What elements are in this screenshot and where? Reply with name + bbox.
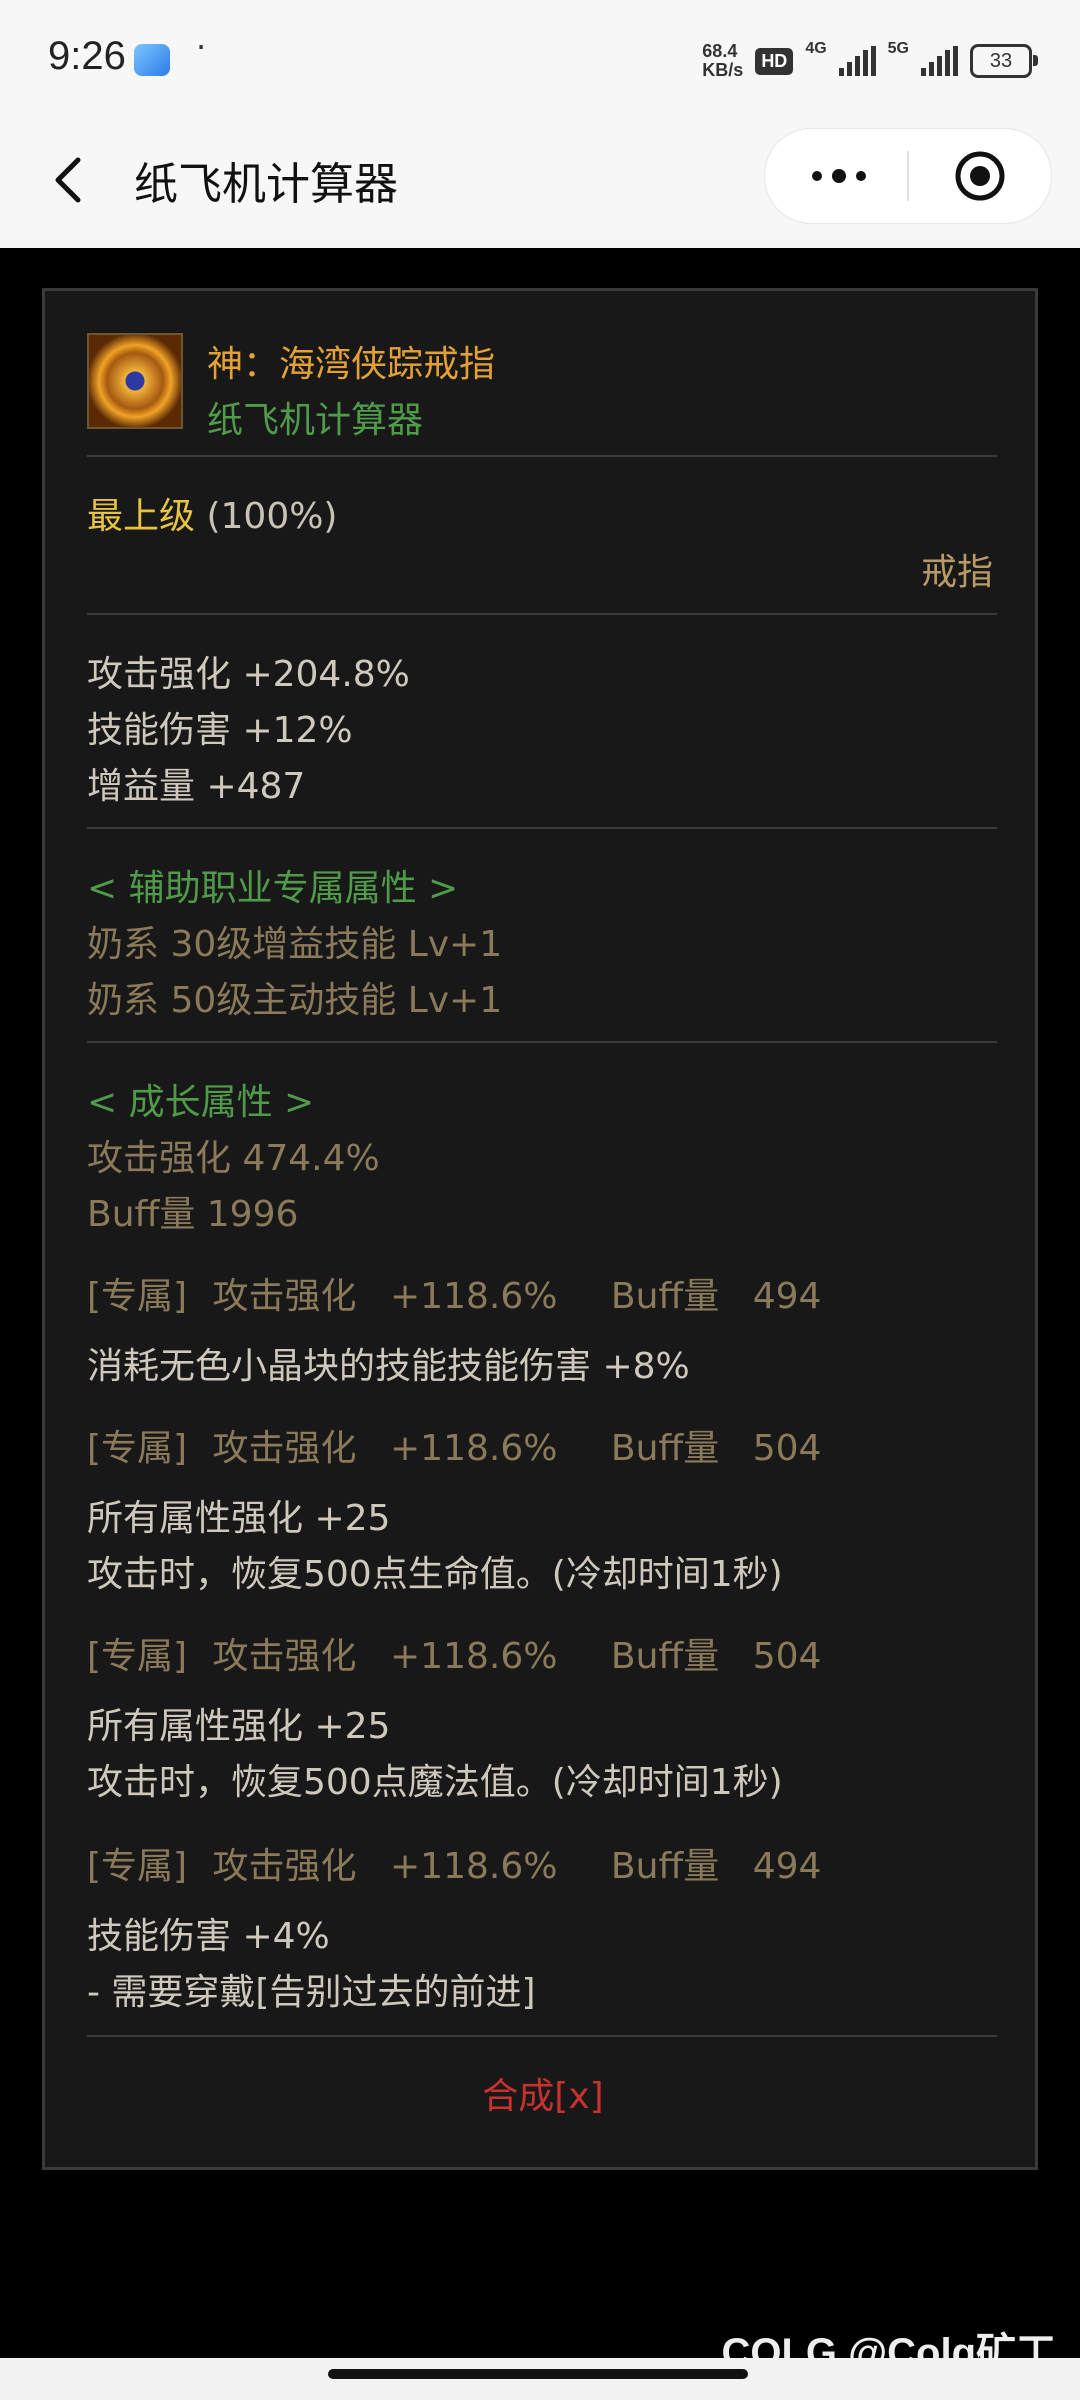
item-slot: 戒指 (920, 552, 993, 593)
network-speed-value: 68.4 (702, 41, 738, 61)
item-name: 神：海湾侠踪戒指 (207, 344, 496, 385)
exclusive-tag: [专属] (87, 1276, 188, 1317)
mini-program-capsule (764, 128, 1052, 224)
notification-dot: · (196, 28, 207, 66)
growth-stat: Buff量 1996 (87, 1194, 299, 1235)
exclusive-atk-label: 攻击强化 (212, 1636, 357, 1677)
ring-item-icon (87, 333, 183, 429)
status-bar: 9:26 · 68.4 KB/s HD 4G 5G 33 (0, 0, 1080, 120)
exclusive-buff-value: 494 (752, 1276, 822, 1317)
exclusive-effect: 消耗无色小晶块的技能技能伤害 +8% (87, 1346, 690, 1387)
nav-bar: 纸飞机计算器 (0, 120, 1080, 248)
grade-line: 最上级 (100%) (87, 487, 337, 539)
exclusive-effect: - 需要穿戴[告别过去的前进] (87, 1972, 536, 2013)
exclusive-buff-label: Buff量 (610, 1636, 720, 1677)
exclusive-atk-value: +118.6% (390, 1846, 558, 1887)
exclusive-atk-value: +118.6% (390, 1428, 558, 1469)
exclusive-atk-label: 攻击强化 (212, 1846, 357, 1887)
growth-header: < 成长属性 > (87, 1082, 315, 1123)
exclusive-atk-value: +118.6% (390, 1636, 558, 1677)
support-stat: 奶系 30级增益技能 Lv+1 (87, 924, 503, 965)
grade-percent: (100%) (206, 496, 338, 537)
network-speed-unit: KB/s (702, 60, 744, 80)
base-stat: 技能伤害 +12% (87, 710, 353, 751)
exclusive-line: [专属] 攻击强化 +118.6% Buff量 504 (87, 1627, 821, 1679)
item-source: 纸飞机计算器 (207, 400, 424, 441)
exclusive-effect: 所有属性强化 +25 (87, 1498, 391, 1539)
battery-level: 33 (989, 49, 1013, 72)
network-5g-label: 5G (887, 40, 909, 57)
exclusive-buff-value: 494 (752, 1846, 822, 1887)
battery-icon: 33 (970, 44, 1038, 78)
network-4g-label: 4G (805, 40, 827, 57)
signal-4g-icon (838, 46, 876, 76)
item-tooltip-panel: 神：海湾侠踪戒指 纸飞机计算器 最上级 (100%) 戒指 攻击强化 +204.… (42, 288, 1038, 2170)
grade-label: 最上级 (87, 496, 196, 537)
divider (87, 455, 997, 457)
signal-5g-icon (921, 46, 958, 76)
hd-badge-icon: HD (755, 47, 794, 75)
exclusive-effect: 攻击时，恢复500点生命值。(冷却时间1秒) (87, 1554, 783, 1595)
divider (87, 613, 997, 615)
growth-stat: 攻击强化 474.4% (87, 1138, 380, 1179)
exclusive-line: [专属] 攻击强化 +118.6% Buff量 494 (87, 1267, 821, 1319)
exclusive-effect: 攻击时，恢复500点魔法值。(冷却时间1秒) (87, 1762, 783, 1803)
base-stat: 增益量 +487 (87, 766, 306, 807)
exclusive-buff-label: Buff量 (610, 1846, 720, 1887)
exclusive-buff-label: Buff量 (610, 1276, 720, 1317)
more-dots-icon[interactable] (803, 153, 875, 199)
page-title: 纸飞机计算器 (134, 159, 398, 210)
clock: 9:26 (48, 34, 126, 78)
support-header: < 辅助职业专属属性 > (87, 868, 459, 909)
exclusive-tag: [专属] (87, 1846, 188, 1887)
status-icons: 68.4 KB/s HD 4G 5G 33 (702, 36, 1038, 86)
exclusive-atk-label: 攻击强化 (212, 1428, 357, 1469)
home-indicator[interactable] (328, 2369, 748, 2379)
base-stat: 攻击强化 +204.8% (87, 654, 410, 695)
exclusive-effect: 技能伤害 +4% (87, 1916, 330, 1957)
exclusive-line: [专属] 攻击强化 +118.6% Buff量 494 (87, 1837, 821, 1889)
exclusive-effect: 所有属性强化 +25 (87, 1706, 391, 1747)
chevron-left-icon[interactable] (42, 150, 102, 210)
network-speed: 68.4 KB/s (702, 42, 743, 80)
exclusive-buff-value: 504 (752, 1428, 822, 1469)
support-stat: 奶系 50级主动技能 Lv+1 (87, 980, 503, 1021)
gesture-bar (0, 2358, 1080, 2400)
divider (87, 827, 997, 829)
exclusive-line: [专属] 攻击强化 +118.6% Buff量 504 (87, 1419, 821, 1471)
synthesis-link[interactable]: 合成[x] (45, 2067, 1041, 2119)
target-icon[interactable] (955, 151, 1005, 201)
exclusive-tag: [专属] (87, 1636, 188, 1677)
exclusive-atk-value: +118.6% (390, 1276, 558, 1317)
divider (87, 2035, 997, 2037)
capsule-divider (907, 151, 909, 201)
divider (87, 1041, 997, 1043)
exclusive-tag: [专属] (87, 1428, 188, 1469)
exclusive-buff-value: 504 (752, 1636, 822, 1677)
exclusive-buff-label: Buff量 (610, 1428, 720, 1469)
exclusive-atk-label: 攻击强化 (212, 1276, 357, 1317)
app-notification-icon (134, 44, 170, 76)
